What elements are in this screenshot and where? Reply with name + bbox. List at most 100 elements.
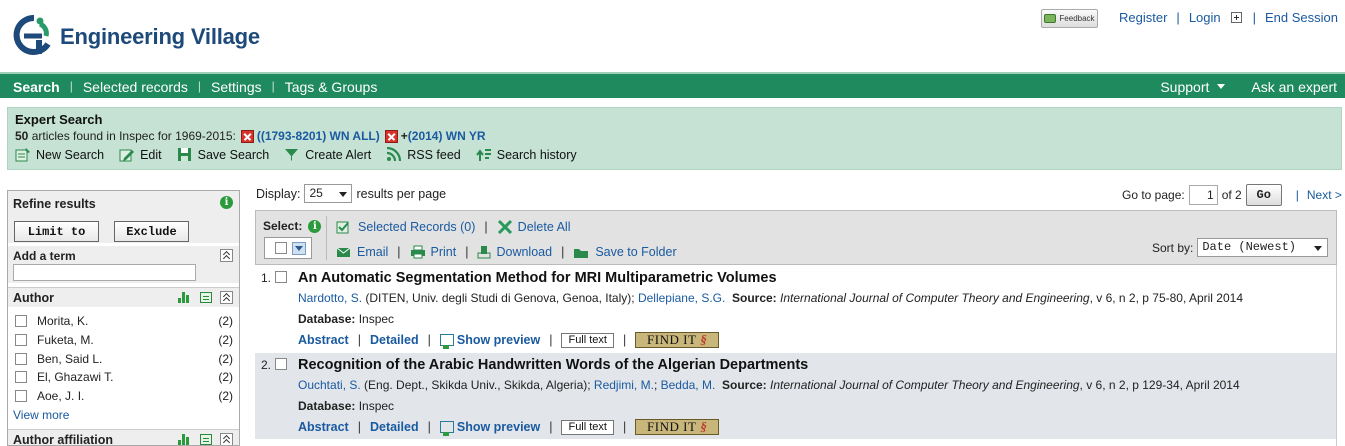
- query-term-1[interactable]: ((1793-8201) WN ALL): [257, 129, 380, 143]
- exclude-button[interactable]: Exclude: [114, 221, 189, 242]
- save-search-action[interactable]: Save Search: [177, 147, 269, 162]
- full-text-button[interactable]: Full text: [561, 419, 614, 435]
- selected-records-link[interactable]: Selected Records (0): [358, 220, 475, 234]
- results-toolbar: Select: i Selected Records (0) | Delete …: [255, 210, 1337, 265]
- collapse-icon[interactable]: [220, 291, 233, 304]
- next-page-link[interactable]: Next >: [1307, 188, 1342, 202]
- add-term-input[interactable]: [13, 264, 196, 281]
- delete-all-link[interactable]: Delete All: [518, 220, 571, 234]
- nav-support[interactable]: Support: [1160, 79, 1226, 95]
- edit-action[interactable]: Edit: [119, 147, 162, 162]
- download-link[interactable]: Download: [496, 245, 552, 259]
- author-link[interactable]: Nardotto, S.: [298, 291, 362, 305]
- nav-search[interactable]: Search: [13, 79, 60, 95]
- author-link[interactable]: Bedda, M.: [661, 378, 716, 392]
- search-history-action[interactable]: Search history: [475, 147, 577, 162]
- facet-count: (2): [218, 370, 233, 384]
- record-title[interactable]: Recognition of the Arabic Handwritten Wo…: [298, 357, 808, 373]
- journal-name: International Journal of Computer Theory…: [770, 378, 1080, 392]
- author-link[interactable]: Dellepiane, S.G.: [638, 291, 725, 305]
- preview-icon: [439, 334, 454, 349]
- email-icon: [336, 247, 351, 257]
- checkbox[interactable]: [15, 371, 27, 383]
- separator: |: [1252, 10, 1257, 25]
- delete-icon: [497, 219, 512, 234]
- page-number-input[interactable]: 1: [1188, 185, 1218, 205]
- table-view-icon[interactable]: [200, 292, 212, 303]
- select-all-control[interactable]: [264, 237, 312, 259]
- record-checkbox[interactable]: [275, 358, 287, 370]
- print-link[interactable]: Print: [431, 245, 457, 259]
- create-alert-action[interactable]: Create Alert: [284, 147, 371, 162]
- main-nav: Search | Selected records | Settings | T…: [0, 72, 1345, 98]
- email-link[interactable]: Email: [357, 245, 388, 259]
- save-to-folder-link[interactable]: Save to Folder: [595, 245, 676, 259]
- affiliation-facet-title: Author affiliation: [13, 433, 113, 446]
- abstract-link[interactable]: Abstract: [298, 333, 349, 347]
- select-dropdown-icon[interactable]: [292, 241, 306, 255]
- find-it-button[interactable]: FIND IT §: [635, 332, 720, 348]
- feedback-button[interactable]: Feedback: [1041, 9, 1098, 28]
- end-session-link[interactable]: End Session: [1265, 10, 1338, 25]
- database-label: Database:: [298, 312, 356, 326]
- affiliation-facet-header: Author affiliation: [8, 429, 239, 446]
- record-checkbox[interactable]: [275, 271, 287, 283]
- bar-chart-icon[interactable]: [178, 434, 190, 445]
- info-icon[interactable]: i: [308, 219, 322, 233]
- author-facet-item[interactable]: Aoe, J. I. (2): [15, 387, 233, 405]
- separator: |: [1295, 188, 1299, 202]
- author-facet-item[interactable]: Ben, Said L. (2): [15, 350, 233, 368]
- nav-ask-expert[interactable]: Ask an expert: [1251, 79, 1337, 95]
- new-search-action[interactable]: New Search: [15, 147, 104, 162]
- result-record: 1. An Automatic Segmentation Method for …: [255, 266, 1337, 352]
- show-preview-link[interactable]: Show preview: [457, 420, 540, 434]
- collapse-icon[interactable]: [220, 433, 233, 445]
- detailed-link[interactable]: Detailed: [370, 333, 419, 347]
- query-term-2[interactable]: (2014) WN YR: [408, 129, 486, 143]
- rss-feed-action[interactable]: RSS feed: [386, 147, 461, 162]
- author-affiliation: (Eng. Dept., Skikda Univ., Skikda, Alger…: [360, 378, 594, 392]
- record-title[interactable]: An Automatic Segmentation Method for MRI…: [298, 270, 777, 286]
- view-more-link[interactable]: View more: [13, 408, 69, 422]
- login-expand-icon[interactable]: [1230, 12, 1242, 23]
- collapse-icon[interactable]: [220, 249, 233, 262]
- author-link[interactable]: Redjimi, M.: [594, 378, 654, 392]
- nav-settings[interactable]: Settings: [211, 79, 262, 95]
- checkbox[interactable]: [15, 334, 27, 346]
- table-view-icon[interactable]: [200, 434, 212, 445]
- checkbox[interactable]: [15, 353, 27, 365]
- search-actions: New Search Edit Save Search Create Alert…: [15, 147, 592, 162]
- nav-selected-records[interactable]: Selected records: [83, 79, 188, 95]
- abstract-link[interactable]: Abstract: [298, 420, 349, 434]
- top-links: Register | Login | End Session: [1119, 10, 1338, 25]
- logo[interactable]: Engineering Village: [12, 14, 260, 60]
- separator: |: [549, 420, 553, 434]
- separator: |: [197, 79, 202, 93]
- ev-logo-icon: [13, 14, 51, 55]
- register-link[interactable]: Register: [1119, 10, 1167, 25]
- detailed-link[interactable]: Detailed: [370, 420, 419, 434]
- author-facet-item[interactable]: El, Ghazawi T. (2): [15, 368, 233, 386]
- feedback-label: Feedback: [1059, 14, 1095, 23]
- author-link[interactable]: Ouchtati, S.: [298, 378, 361, 392]
- find-it-button[interactable]: FIND IT §: [635, 419, 720, 435]
- sort-select[interactable]: Date (Newest): [1197, 238, 1329, 257]
- author-facet-item[interactable]: Morita, K. (2): [15, 312, 233, 330]
- info-icon[interactable]: i: [220, 196, 233, 209]
- bar-chart-icon[interactable]: [178, 292, 190, 303]
- checkbox[interactable]: [15, 315, 27, 327]
- login-link[interactable]: Login: [1189, 10, 1221, 25]
- author-facet-item[interactable]: Fuketa, M. (2): [15, 331, 233, 349]
- nav-tags-groups[interactable]: Tags & Groups: [285, 79, 378, 95]
- full-text-button[interactable]: Full text: [561, 332, 614, 348]
- expert-search-panel: Expert Search 50 articles found in Inspe…: [7, 107, 1342, 170]
- results-per-page-select[interactable]: 25: [304, 184, 353, 203]
- toolbar-row-output: Email | Print | Download | Save to Folde…: [336, 245, 677, 259]
- remove-term-icon[interactable]: [384, 129, 398, 143]
- checkbox[interactable]: [15, 390, 27, 402]
- show-preview-link[interactable]: Show preview: [457, 333, 540, 347]
- go-button[interactable]: Go: [1245, 184, 1282, 206]
- remove-term-icon[interactable]: [240, 129, 254, 143]
- select-all-checkbox[interactable]: [275, 242, 287, 254]
- limit-to-button[interactable]: Limit to: [14, 221, 99, 242]
